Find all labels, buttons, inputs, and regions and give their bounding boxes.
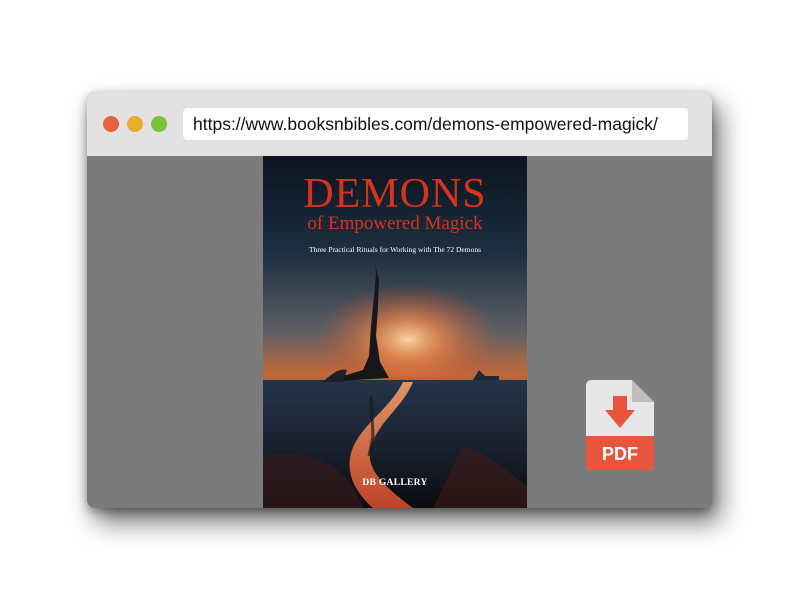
pdf-download-button[interactable]: PDF bbox=[586, 380, 654, 470]
browser-window: https://www.booksnbibles.com/demons-empo… bbox=[87, 92, 712, 508]
book-author: DB GALLERY bbox=[362, 478, 428, 488]
close-window-button[interactable] bbox=[103, 116, 119, 132]
pdf-label: PDF bbox=[602, 444, 638, 464]
book-cover[interactable]: DEMONS of Empowered Magick Three Practic… bbox=[263, 156, 527, 508]
minimize-window-button[interactable] bbox=[127, 116, 143, 132]
book-title: DEMONS bbox=[303, 171, 487, 217]
browser-titlebar: https://www.booksnbibles.com/demons-empo… bbox=[87, 92, 712, 156]
maximize-window-button[interactable] bbox=[151, 116, 167, 132]
page-content: DEMONS of Empowered Magick Three Practic… bbox=[87, 156, 712, 508]
book-tagline: Three Practical Rituals for Working with… bbox=[309, 245, 481, 254]
address-bar[interactable]: https://www.booksnbibles.com/demons-empo… bbox=[183, 108, 688, 140]
book-subtitle: of Empowered Magick bbox=[307, 213, 483, 234]
url-text: https://www.booksnbibles.com/demons-empo… bbox=[193, 113, 658, 134]
